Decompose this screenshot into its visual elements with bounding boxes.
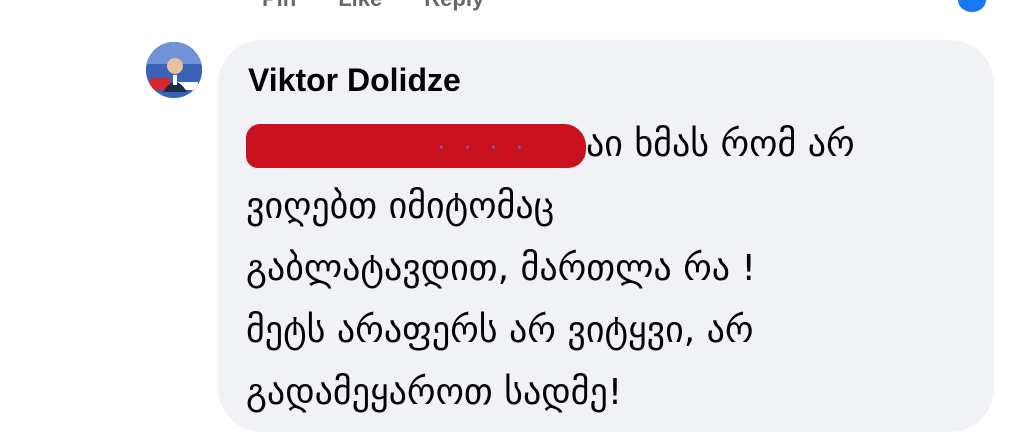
comment-line-text: აი ხმას რომ არ — [586, 124, 855, 165]
comment-line-1: · · · · აი ხმას რომ არ — [246, 114, 966, 176]
previous-comment-actions: Pin Like Reply — [262, 0, 484, 12]
reaction-icon[interactable] — [958, 0, 986, 12]
avatar-image — [146, 42, 202, 98]
comment-line-3: გაბლატავდით, მართლა რა ! — [246, 248, 756, 289]
like-action[interactable]: Like — [338, 0, 382, 12]
comment-line-4: მეტს არაფერს არ ვიტყვი, არ — [246, 310, 754, 351]
pin-action[interactable]: Pin — [262, 0, 296, 12]
redacted-name-fragment: · · · · — [438, 136, 529, 161]
comment-line-2: ვიღებთ იმიტომაც — [246, 186, 555, 227]
avatar[interactable] — [146, 42, 202, 98]
comment-text: · · · · აი ხმას რომ არ ვიღებთ იმიტომაც გა… — [246, 114, 966, 424]
reply-action[interactable]: Reply — [424, 0, 484, 12]
comment-author-name[interactable]: Viktor Dolidze — [248, 62, 461, 99]
comment-line-5: გადამეყაროთ სადმე! — [246, 372, 623, 413]
redaction-mark: · · · · — [246, 124, 586, 168]
comment-thread: Pin Like Reply Viktor Dolidze · · · · აი … — [0, 0, 1024, 445]
